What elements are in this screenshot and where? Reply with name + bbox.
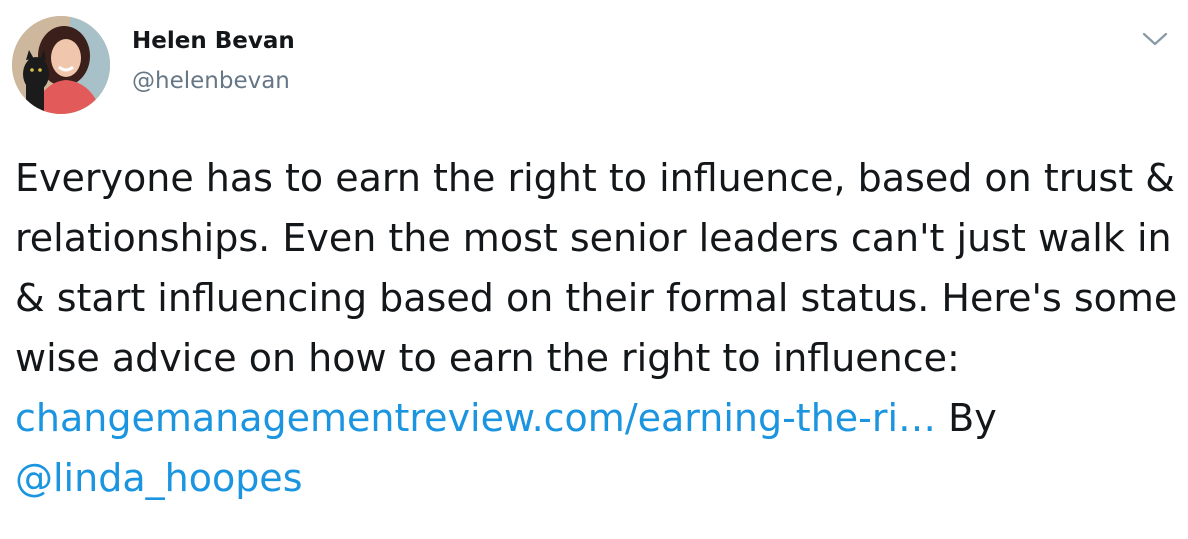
author-name[interactable]: Helen Bevan <box>132 28 295 54</box>
tweet-body-text: Everyone has to earn the right to influe… <box>15 156 1178 380</box>
mention-link[interactable]: @linda_hoopes <box>15 456 303 500</box>
tweet-by-text: By <box>936 396 997 440</box>
profile-photo-avatar <box>12 16 110 114</box>
tweet-card: Helen Bevan @helenbevan Everyone has to … <box>0 0 1188 539</box>
author-handle[interactable]: @helenbevan <box>132 68 290 94</box>
author-avatar[interactable] <box>12 16 110 114</box>
tweet-text: Everyone has to earn the right to influe… <box>15 148 1180 508</box>
chevron-down-icon[interactable] <box>1140 24 1170 54</box>
article-link[interactable]: changemanagementreview.com/earning-the-r… <box>15 396 936 440</box>
